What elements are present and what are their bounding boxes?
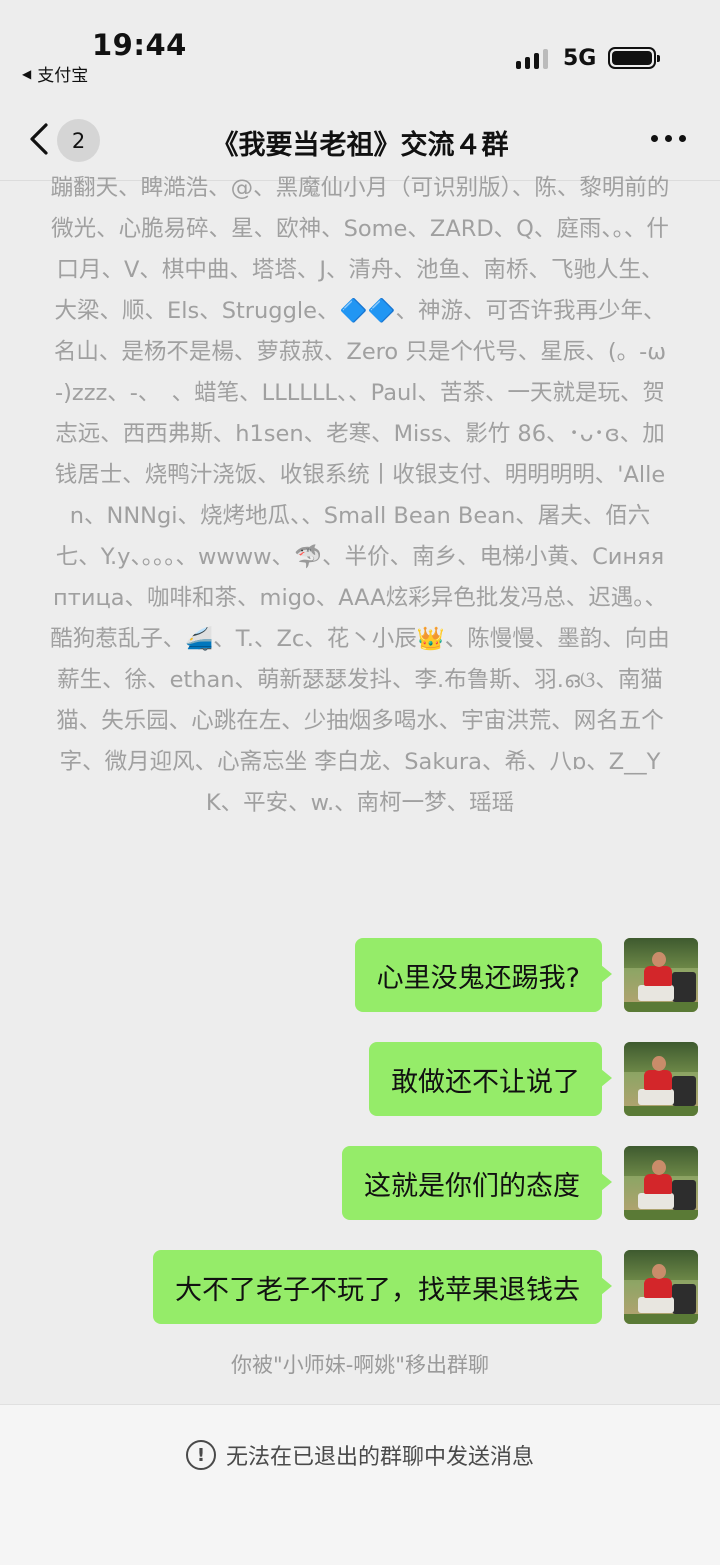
avatar[interactable] <box>624 1146 698 1220</box>
disabled-notice: 无法在已退出的群聊中发送消息 <box>225 1445 534 1470</box>
chat-title: 《我要当老祖》交流４群 <box>211 130 509 161</box>
back-triangle-icon: ◀ <box>22 66 32 81</box>
back-app-label: 支付宝 <box>37 66 89 86</box>
message-row: 敢做还不让说了 <box>369 1042 698 1116</box>
signal-strength-icon <box>516 47 548 69</box>
avatar[interactable] <box>624 938 698 1012</box>
message-row: 大不了老子不玩了，找苹果退钱去 <box>153 1250 698 1324</box>
info-icon: ! <box>185 1440 216 1470</box>
clock: 19:44 <box>92 28 187 62</box>
system-message-member-list: 蹦翻天、睥澔浩、@、黑魔仙小月（可识别版）、陈、黎明前的微光、心脆易碎、星、欧神… <box>50 175 670 816</box>
avatar[interactable] <box>624 1042 698 1116</box>
message-bubble[interactable]: 这就是你们的态度 <box>342 1146 612 1220</box>
battery-icon <box>608 47 660 69</box>
more-options-button[interactable] <box>651 135 691 145</box>
message-bubble[interactable]: 大不了老子不玩了，找苹果退钱去 <box>153 1250 612 1324</box>
input-disabled-bar: ! 无法在已退出的群聊中发送消息 <box>0 1404 720 1565</box>
system-message-removed: 你被"小师妹-啊姚"移出群聊 <box>231 1353 489 1377</box>
message-row: 这就是你们的态度 <box>342 1146 698 1220</box>
message-bubble[interactable]: 敢做还不让说了 <box>369 1042 612 1116</box>
dot-icon <box>679 135 686 142</box>
dot-icon <box>651 135 658 142</box>
message-bubble[interactable]: 心里没鬼还踢我? <box>354 938 613 1012</box>
message-row: 心里没鬼还踢我? <box>354 938 698 1012</box>
dot-icon <box>665 135 672 142</box>
status-bar: 19:44 ◀ 支付宝 5G <box>0 0 720 95</box>
avatar[interactable] <box>624 1250 698 1324</box>
network-type: 5G <box>563 46 597 71</box>
back-to-app-link[interactable]: ◀ 支付宝 <box>22 61 88 86</box>
